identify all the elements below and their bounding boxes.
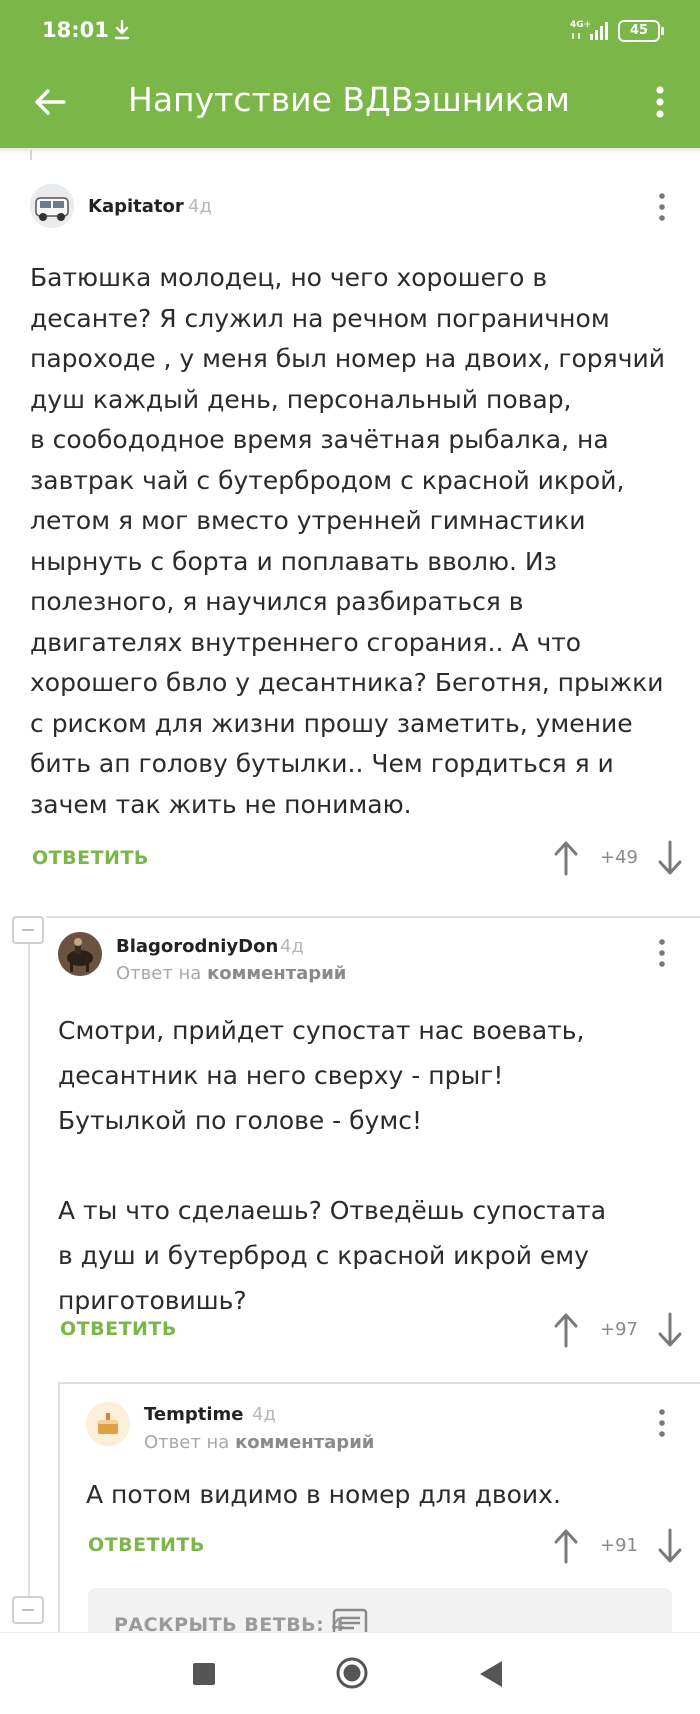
system-nav-bar [0,1632,700,1714]
signal-icon: 4G+ [570,20,608,40]
status-bar: 18:01 4G+ 45 [0,0,700,64]
comment-text: Батюшка молодец, но чего хорошего в деса… [30,263,665,819]
reply-button[interactable]: ОТВЕТИТЬ [32,847,149,869]
status-time: 18:01 [42,18,109,42]
thread-divider [46,916,700,918]
comment-text: Смотри, прийдет супостат нас воевать, де… [58,1016,607,1315]
arrow-down-icon[interactable] [657,1312,683,1348]
network-type: 4G+ [570,20,591,30]
reply-button[interactable]: ОТВЕТИТЬ [88,1534,205,1556]
thread-guide [58,1382,60,1632]
arrow-down-icon[interactable] [657,840,683,876]
avatar[interactable] [86,1402,130,1446]
back-arrow-icon[interactable] [30,82,70,122]
vote-score: +49 [600,847,638,868]
more-vertical-icon[interactable] [650,190,674,224]
reply-to-link[interactable]: Ответ на комментарий [144,1432,374,1453]
reply-to-prefix: Ответ на [116,963,202,984]
collapse-thread-button[interactable] [12,916,44,944]
more-vertical-icon[interactable] [650,1406,674,1440]
recents-button[interactable] [193,1663,215,1685]
avatar[interactable] [30,184,74,228]
thread-divider [58,1382,700,1384]
reply-to-target[interactable]: комментарий [235,1432,374,1453]
comment-time: 4д [188,196,212,217]
cake-avatar-icon [86,1402,130,1446]
arrow-up-icon[interactable] [553,840,579,876]
home-button[interactable] [334,1655,370,1691]
reply-button[interactable]: ОТВЕТИТЬ [60,1318,177,1340]
reply-to-link[interactable]: Ответ на комментарий [116,963,346,984]
battery-indicator: 45 [618,20,664,42]
battery-level: 45 [629,23,649,38]
avatar[interactable] [58,932,102,976]
thread-guide [28,944,30,1604]
car-avatar-icon [30,184,74,228]
arrow-up-icon[interactable] [553,1312,579,1348]
system-back-button[interactable] [478,1659,504,1689]
reply-to-prefix: Ответ на [144,1432,230,1453]
comment-text: А потом видимо в номер для двоих. [86,1480,561,1509]
more-vertical-icon[interactable] [644,82,676,122]
comment-time: 4д [280,936,304,957]
app-bar: 18:01 4G+ 45 Напутствие ВДВэшникам [0,0,700,148]
vote-score: +97 [600,1319,638,1340]
reply-to-target[interactable]: комментарий [207,963,346,984]
thread-guide-top [30,150,56,160]
comment-author[interactable]: Kapitator [88,196,184,217]
download-icon [114,19,130,40]
arrow-down-icon[interactable] [657,1528,683,1564]
more-vertical-icon[interactable] [650,936,674,970]
comment-time: 4д [252,1404,276,1425]
arrow-up-icon[interactable] [553,1528,579,1564]
vote-control: +49 [553,838,683,878]
page-title: Напутствие ВДВэшникам [128,80,570,119]
vote-score: +91 [600,1535,638,1556]
comment-author[interactable]: BlagorodniyDon [116,936,278,957]
vote-control: +97 [553,1310,683,1350]
comment-author[interactable]: Temptime [144,1404,243,1425]
app-bar-shadow [0,148,700,154]
vote-control: +91 [553,1526,683,1566]
horse-avatar-icon [58,932,102,976]
collapse-thread-button[interactable] [12,1596,44,1624]
